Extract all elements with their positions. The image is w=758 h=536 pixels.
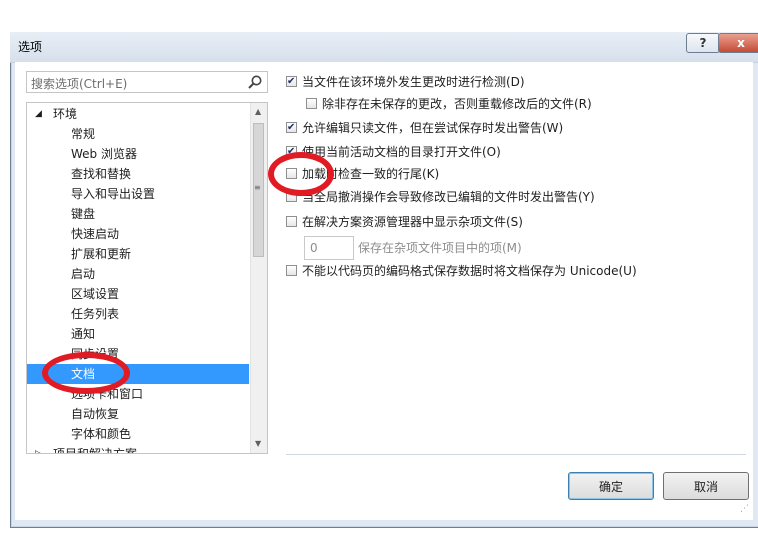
option-checkbox[interactable] — [286, 216, 297, 227]
tree-item[interactable]: Web 浏览器 — [27, 144, 249, 164]
tree-item[interactable]: 导入和导出设置 — [27, 184, 249, 204]
options-tree[interactable]: ◢ 环境 常规 Web 浏览器 查找和替换导入和导出设置 键盘快速启动扩展和更新启动区… — [26, 102, 268, 454]
tree-item[interactable]: 任务列表 — [27, 304, 249, 324]
option-label: 在解决方案资源管理器中显示杂项文件(S) — [302, 215, 523, 229]
search-icon[interactable] — [247, 74, 263, 90]
scroll-up-icon[interactable]: ▲ — [255, 107, 261, 116]
scroll-grip-icon: ≡ — [254, 183, 261, 192]
tree-item[interactable]: 自动恢复 — [27, 404, 249, 424]
tree-item-label: 查找和替换 — [71, 167, 132, 181]
misc-items-count-input: 0 — [304, 236, 354, 260]
footer-separator — [286, 454, 746, 455]
tree-item[interactable]: 常规 — [27, 124, 249, 144]
tree-item-label: 字体和颜色 — [71, 427, 132, 441]
option-label: 允许编辑只读文件，但在尝试保存时发出警告(W) — [302, 121, 564, 135]
collapse-toggle-icon[interactable]: ▷ — [35, 444, 42, 453]
option-label: 不能以代码页的编码格式保存数据时将文档保存为 Unicode(U) — [302, 264, 637, 278]
title-bar[interactable]: 选项 ? x — [10, 32, 758, 63]
tree-scrollbar[interactable]: ▲ ≡ ▼ — [250, 103, 267, 453]
expand-toggle-icon[interactable]: ◢ — [35, 104, 42, 124]
tree-item-label: Web 浏览器 — [71, 147, 137, 161]
tree-item[interactable]: 区域设置 — [27, 284, 249, 304]
tree-node-projects[interactable]: ▷ 项目和解决方案 — [27, 444, 249, 454]
resize-grip-icon[interactable]: ⋰ — [740, 504, 749, 514]
option-checkbox[interactable] — [286, 72, 297, 92]
tree-item[interactable]: 查找和替换 — [27, 164, 249, 184]
scroll-down-icon[interactable]: ▼ — [255, 439, 261, 448]
cancel-button[interactable]: 取消 — [663, 472, 749, 500]
option-label: 当全局撤消操作会导致修改已编辑的文件时发出警告(Y) — [302, 190, 595, 204]
tree-item[interactable]: 启动 — [27, 264, 249, 284]
tree-item[interactable]: 键盘 — [27, 204, 249, 224]
help-button[interactable]: ? — [686, 33, 720, 53]
tree-node-label: 环境 — [53, 107, 78, 121]
tree-item-label: 自动恢复 — [71, 407, 120, 421]
option-checkbox[interactable] — [306, 98, 317, 109]
search-placeholder: 搜索选项(Ctrl+E) — [31, 77, 128, 91]
tree-item[interactable]: 通知 — [27, 324, 249, 344]
option-checkbox[interactable] — [286, 265, 297, 276]
close-button[interactable]: x — [718, 33, 758, 53]
tree-item-label: 区域设置 — [71, 287, 120, 301]
tree-item-label: 快速启动 — [71, 227, 120, 241]
option-label: 除非存在未保存的更改，否则重载修改后的文件(R) — [322, 97, 592, 111]
tree-item[interactable]: 字体和颜色 — [27, 424, 249, 444]
tree-item-label: 扩展和更新 — [71, 247, 132, 261]
tree-item-label: 启动 — [71, 267, 96, 281]
annotation-circle-checkbox — [268, 152, 334, 196]
tree-node-label: 项目和解决方案 — [53, 447, 138, 454]
tree-item-label: 通知 — [71, 327, 96, 341]
tree-node-environment[interactable]: ◢ 环境 — [27, 104, 249, 124]
tree-item[interactable]: 快速启动 — [27, 224, 249, 244]
tree-item-label: 常规 — [71, 127, 96, 141]
tree-item[interactable]: 扩展和更新 — [27, 244, 249, 264]
dialog-title: 选项 — [18, 40, 43, 54]
option-label: 使用当前活动文档的目录打开文件(O) — [302, 145, 501, 159]
option-checkbox[interactable] — [286, 118, 297, 138]
search-input[interactable]: 搜索选项(Ctrl+E) — [26, 71, 268, 93]
tree-item-label: 导入和导出设置 — [71, 187, 156, 201]
ok-button[interactable]: 确定 — [568, 472, 654, 500]
tree-item-label: 键盘 — [71, 207, 96, 221]
annotation-circle-documents — [42, 352, 130, 394]
tree-item-label: 任务列表 — [71, 307, 120, 321]
option-label: 当文件在该环境外发生更改时进行检测(D) — [302, 75, 525, 89]
